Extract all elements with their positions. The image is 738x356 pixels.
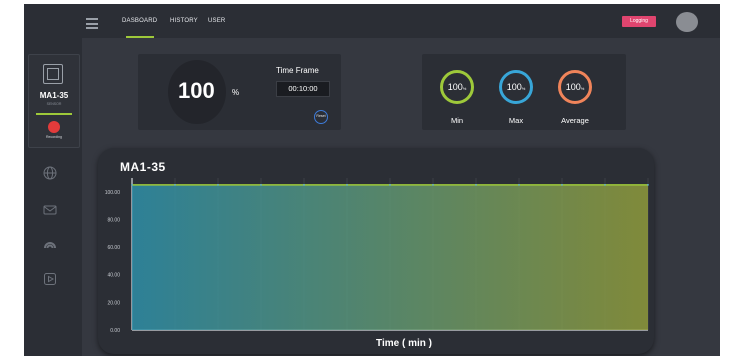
device-status-bar [36,113,72,115]
average-label: Average [561,116,589,125]
y-tick-label: 40.00 [107,273,120,279]
max-ring: 100% [499,70,533,104]
nav-user[interactable]: USER [208,18,225,24]
device-subtitle: SENSOR [46,102,62,106]
y-tick-label: 20.00 [107,300,120,306]
sidebar: MA1-35 SENSOR Recording [24,4,82,356]
y-tick-label: 80.00 [107,217,120,223]
time-frame-label: Time Frame [276,66,319,75]
min-ring: 100% [440,70,474,104]
signal-icon[interactable] [43,237,57,251]
data-point [432,184,434,186]
data-point [518,184,520,186]
current-unit: % [232,88,240,97]
chart-panel: MA1-35 100.00 80.00 60.00 40.00 20.00 0.00 Ti… [98,148,654,354]
data-point [647,184,649,186]
max-label: Max [508,116,524,125]
y-tick-label: 100.00 [105,190,121,196]
app-window: MA1-35 SENSOR Recording DASBOARD HISTORY [24,4,720,356]
nav-dashboard[interactable]: DASBOARD [122,18,157,24]
top-bar: DASBOARD HISTORY USER Logging [82,4,720,38]
play-icon[interactable] [43,272,57,286]
data-point [303,184,305,186]
reset-button[interactable]: Reset [314,110,328,124]
data-point [260,184,262,186]
data-point [131,184,133,186]
time-frame-input[interactable]: 00:10:00 [276,81,330,97]
summary-card: 100% Min 100% Max 100% Average [422,54,626,130]
record-label: Recording [46,135,62,139]
average-ring-value: 100% [565,82,585,92]
data-point [217,184,219,186]
data-point [475,184,477,186]
device-card[interactable]: MA1-35 SENSOR Recording [28,54,80,148]
nav-history[interactable]: HISTORY [170,18,198,24]
menu-icon[interactable] [86,18,98,29]
current-value: 100 [178,78,215,103]
data-point [389,184,391,186]
device-icon [43,64,63,84]
logging-button[interactable]: Logging [622,16,656,27]
min-label: Min [450,116,464,125]
globe-icon[interactable] [43,166,57,180]
average-ring: 100% [558,70,592,104]
min-ring-value: 100% [447,82,467,92]
data-point [604,184,606,186]
data-point [174,184,176,186]
y-tick-label: 0.00 [110,328,120,334]
device-name: MA1-35 [39,91,69,100]
data-point [561,184,563,186]
record-button[interactable] [48,121,60,133]
main-content: 100 % Time Frame 00:10:00 Reset 100% Min… [82,38,720,356]
mail-icon[interactable] [43,203,57,217]
series-area [132,184,648,330]
max-ring-value: 100% [506,82,526,92]
current-value-card: 100 % Time Frame 00:10:00 Reset [138,54,341,130]
avatar[interactable] [676,12,698,32]
y-tick-label: 60.00 [107,245,120,251]
chart: 100.00 80.00 60.00 40.00 20.00 0.00 Time ( mi… [105,178,649,349]
data-point [346,184,348,186]
x-axis-label: Time ( min ) [376,338,432,349]
